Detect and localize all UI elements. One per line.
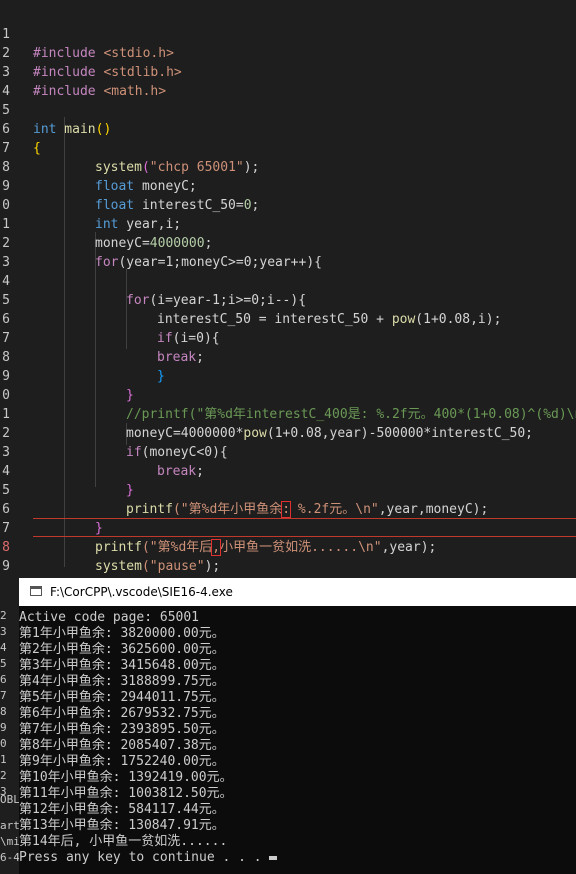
gutter-text: 6-4: [0, 851, 19, 864]
console-line: 第9年小甲鱼余: 1752240.00元。: [19, 754, 225, 769]
console-line: 第10年小甲鱼余: 1392419.00元。: [19, 770, 233, 785]
gutter-text: \mi: [0, 835, 19, 848]
code-line[interactable]: 7 printf("第%d年后,小甲鱼一贫如洗......\n",year);: [0, 500, 576, 556]
code-line[interactable]: 4: [0, 63, 576, 99]
code-line[interactable]: 2 #include <stdlib.h>: [0, 25, 576, 80]
code-line[interactable]: 6 if(i=0){: [0, 291, 576, 346]
console-line: 第11年小甲鱼余: 1003812.50元。: [19, 786, 233, 801]
code-line[interactable]: 9 }: [0, 348, 576, 403]
gutter-text: 2: [0, 769, 7, 782]
code-line[interactable]: 2 for(year=1;moneyC>=0;year++){: [0, 215, 576, 270]
code-line[interactable]: 1 #include <stdio.h>: [0, 6, 576, 61]
gutter-text: 3: [0, 625, 7, 638]
code-line[interactable]: 5 int main(): [0, 82, 576, 137]
left-gutter-fragment: 2 3 4 5 6 7 8 9 0 1 2 3 OBLE art \mi 6-4: [0, 578, 19, 874]
code-line[interactable]: 8 float moneyC;: [0, 139, 576, 194]
gutter-text: 0: [0, 737, 7, 750]
gutter-text: 7: [0, 689, 7, 702]
code-line[interactable]: 4 }: [0, 443, 576, 498]
code-line[interactable]: 7 break;: [0, 310, 576, 365]
code-line[interactable]: 8 }: [0, 329, 576, 384]
code-line[interactable]: 0 int year,i;: [0, 177, 576, 232]
console-line: Active code page: 65001: [19, 610, 200, 625]
console-line: 第8年小甲鱼余: 2085407.38元。: [19, 738, 225, 753]
code-line[interactable]: 2 if(moneyC<0){: [0, 405, 576, 460]
gutter-text: 2: [0, 609, 7, 622]
code-line[interactable]: 1 moneyC=4000000*pow(1+0.08,year)-500000…: [0, 386, 576, 441]
console-line: 第4年小甲鱼余: 3188899.75元。: [19, 674, 225, 689]
text-cursor: [269, 855, 278, 860]
code-line[interactable]: 7 system("chcp 65001");: [0, 120, 576, 175]
code-line[interactable]: 9 float interestC_50=0;: [0, 158, 576, 213]
console-line: 第6年小甲鱼余: 2679532.75元。: [19, 706, 225, 721]
code-line[interactable]: 1 moneyC=4000000;: [0, 196, 576, 251]
code-line[interactable]: 0 //printf("第%d年interestC_400是: %.2f元。40…: [0, 367, 576, 422]
code-line[interactable]: 9 return 0;: [0, 538, 576, 574]
code-line[interactable]: 6 {: [0, 101, 576, 156]
console-line: 第13年小甲鱼余: 130847.91元。: [19, 818, 225, 833]
console-line: 第1年小甲鱼余: 3820000.00元。: [19, 626, 225, 641]
console-window-icon: [30, 586, 42, 596]
code-line[interactable]: 3 #include <math.h>: [0, 44, 576, 99]
gutter-text: 5: [0, 657, 7, 670]
gutter-text: OBLE: [0, 793, 19, 806]
gutter-text: 4: [0, 641, 7, 654]
code-line[interactable]: 3: [0, 234, 576, 270]
console-prompt: Press any key to continue . . .: [19, 850, 270, 865]
console-window[interactable]: F:\CorCPP\.vscode\SIE16-4.exe Active cod…: [19, 578, 576, 874]
code-line[interactable]: 8 system("pause");: [0, 519, 576, 574]
console-line: 第14年后, 小甲鱼一贫如洗......: [19, 834, 228, 849]
console-line: 第7年小甲鱼余: 2393895.50元。: [19, 722, 225, 737]
gutter-text: art: [0, 819, 19, 832]
gutter-text: 6: [0, 673, 7, 686]
code-line[interactable]: 5 interestC_50 = interestC_50 + pow(1+0.…: [0, 272, 576, 327]
code-line[interactable]: 4 for(i=year-1;i>=0;i--){: [0, 253, 576, 308]
code-line[interactable]: 5 printf("第%d年小甲鱼余: %.2f元。\n",year,money…: [0, 462, 576, 518]
console-title: F:\CorCPP\.vscode\SIE16-4.exe: [50, 585, 233, 599]
console-title-bar[interactable]: F:\CorCPP\.vscode\SIE16-4.exe: [19, 578, 576, 606]
console-line: 第5年小甲鱼余: 2944011.75元。: [19, 690, 225, 705]
gutter-text: 1: [0, 753, 7, 766]
console-output: Active code page: 65001 第1年小甲鱼余: 3820000…: [19, 610, 576, 866]
code-editor[interactable]: 1 #include <stdio.h> 2 #include <stdlib.…: [0, 0, 576, 578]
gutter-text: 8: [0, 705, 7, 718]
code-line[interactable]: 0 }: [0, 557, 576, 576]
code-line[interactable]: 3 break;: [0, 424, 576, 479]
console-line: 第3年小甲鱼余: 3415648.00元。: [19, 658, 225, 673]
console-prompt-line: Press any key to continue . . .: [19, 850, 576, 866]
code-line[interactable]: 6 }: [0, 481, 576, 536]
gutter-text: 9: [0, 721, 7, 734]
console-line: 第2年小甲鱼余: 3625600.00元。: [19, 642, 225, 657]
console-line: 第12年小甲鱼余: 584117.44元。: [19, 802, 225, 817]
